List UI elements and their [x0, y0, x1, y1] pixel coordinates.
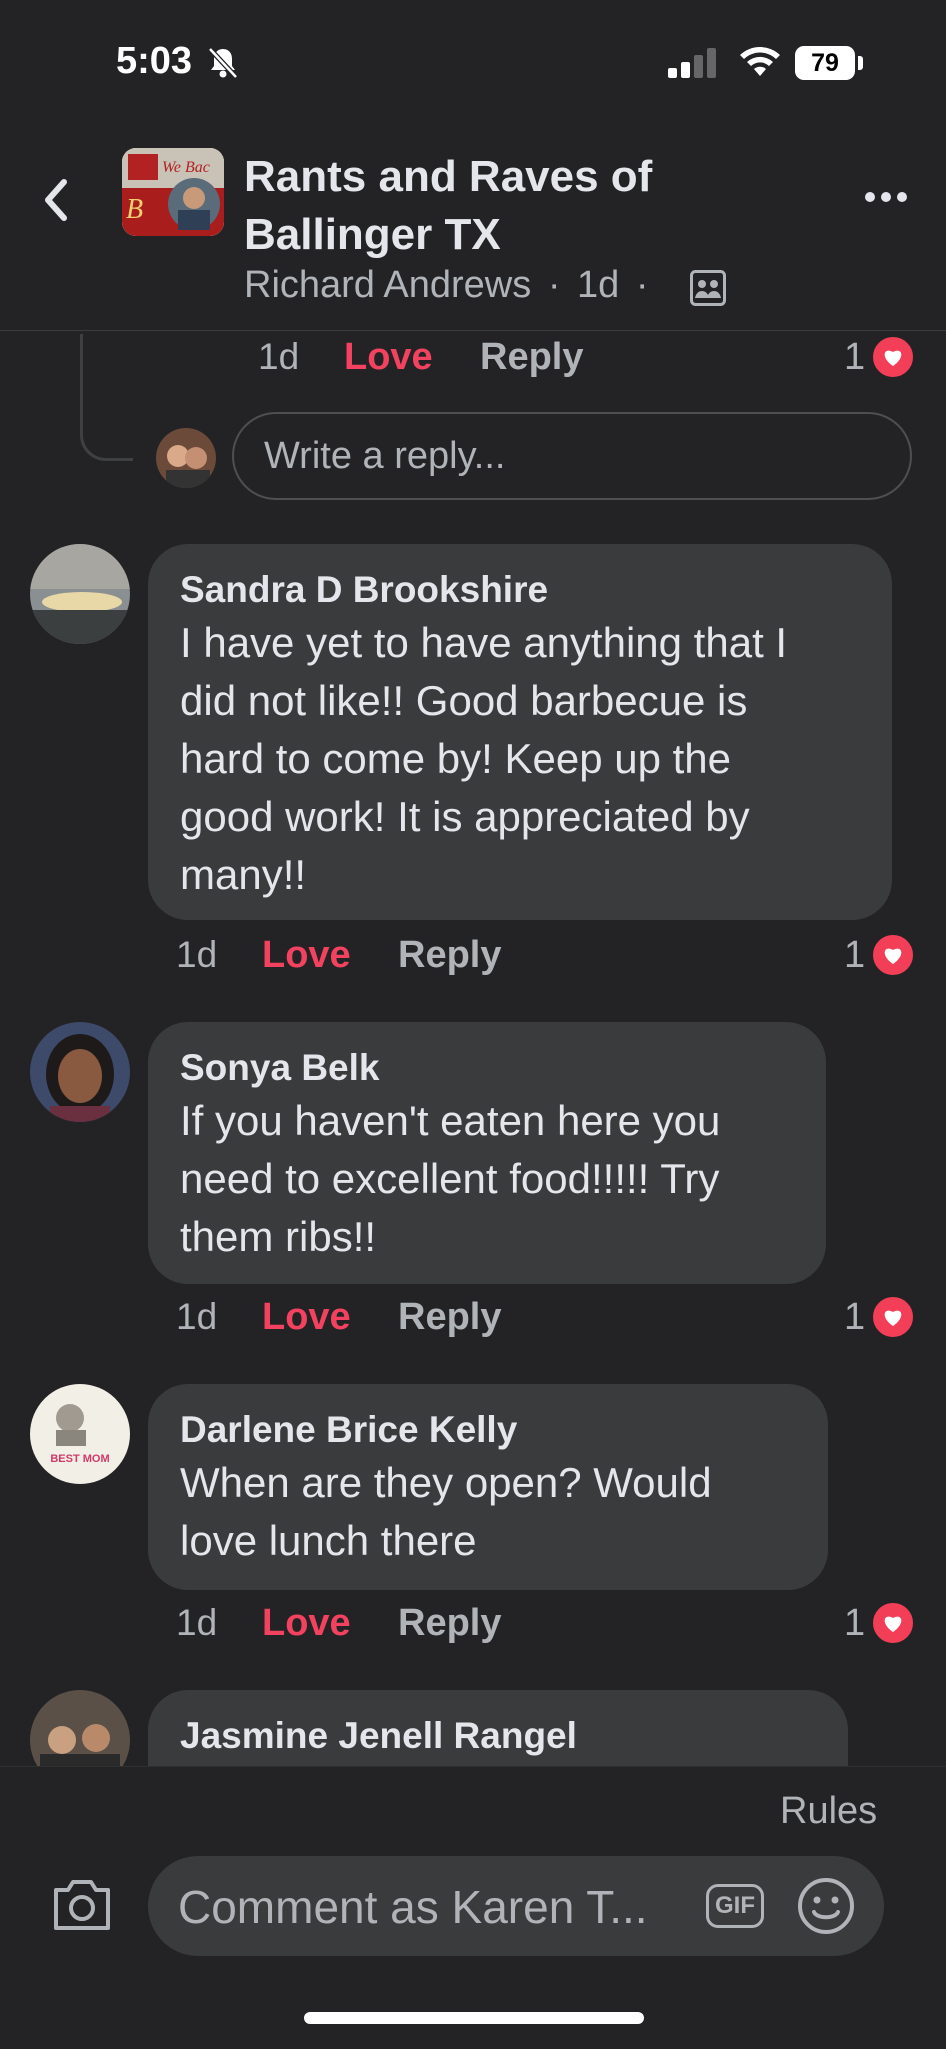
reply-button[interactable]: Reply — [398, 1296, 501, 1339]
rules-link[interactable]: Rules — [780, 1790, 877, 1833]
love-button[interactable]: Love — [262, 934, 351, 977]
reply-input[interactable]: Write a reply... — [232, 412, 912, 500]
subtitle-separator-2: · — [635, 264, 649, 306]
svg-text:B: B — [126, 194, 143, 225]
comment-author[interactable]: Sonya Belk — [180, 1044, 794, 1092]
comment-time: 1d — [258, 336, 300, 377]
header-divider — [0, 330, 946, 331]
love-button[interactable]: Love — [262, 1296, 351, 1339]
heart-icon — [870, 932, 916, 978]
thread-connector — [80, 334, 133, 461]
comment-author[interactable]: Sandra D Brookshire — [180, 566, 860, 614]
battery-nub — [858, 56, 863, 70]
comment-author[interactable]: Jasmine Jenell Rangel — [180, 1712, 816, 1760]
back-chevron-icon[interactable] — [42, 178, 70, 227]
group-title[interactable]: Rants and Raves of Ballinger TX — [244, 148, 724, 264]
avatar-text: BEST MOM — [50, 1453, 109, 1465]
avatar[interactable] — [156, 428, 216, 488]
love-button[interactable]: Love — [344, 336, 433, 379]
reply-button[interactable]: Reply — [398, 1602, 501, 1645]
reaction-count[interactable]: 1 — [844, 336, 865, 379]
heart-icon — [870, 1294, 916, 1340]
avatar[interactable]: BEST MOM — [30, 1384, 130, 1484]
comment-bubble: Sandra D Brookshire I have yet to have a… — [148, 544, 892, 920]
heart-icon — [870, 1600, 916, 1646]
avatar[interactable] — [30, 544, 130, 644]
bell-slash-icon — [207, 46, 239, 85]
post-subtitle: Richard Andrews · 1d · — [244, 264, 655, 307]
post-author[interactable]: Richard Andrews — [244, 264, 531, 306]
more-icon[interactable] — [864, 190, 908, 208]
love-button[interactable]: Love — [262, 1602, 351, 1645]
avatar[interactable] — [30, 1022, 130, 1122]
gif-button[interactable]: GIF — [706, 1884, 764, 1928]
wifi-icon — [738, 46, 782, 83]
reaction-count[interactable]: 1 — [844, 934, 865, 977]
reaction-count[interactable]: 1 — [844, 1602, 865, 1645]
comment-text: If you haven't eaten here you need to ex… — [180, 1097, 721, 1260]
comment-bubble: Sonya Belk If you haven't eaten here you… — [148, 1022, 826, 1284]
reaction-count[interactable]: 1 — [844, 1296, 865, 1339]
comment-time: 1d — [176, 1602, 218, 1643]
comment-time: 1d — [176, 934, 218, 975]
subtitle-separator: · — [547, 264, 561, 306]
signal-icon — [668, 48, 720, 83]
heart-icon — [870, 334, 916, 380]
comment-time: 1d — [176, 1296, 218, 1337]
group-avatar[interactable]: We Bac B — [122, 148, 224, 236]
reply-button[interactable]: Reply — [480, 336, 583, 379]
reply-button[interactable]: Reply — [398, 934, 501, 977]
emoji-icon[interactable] — [796, 1876, 856, 1941]
home-indicator[interactable] — [304, 2012, 644, 2024]
comment-text: When are they open? Would love lunch the… — [180, 1459, 712, 1564]
comment-author[interactable]: Darlene Brice Kelly — [180, 1406, 796, 1454]
group-members-icon — [690, 270, 726, 311]
comment-placeholder[interactable]: Comment as Karen T... — [178, 1880, 648, 1934]
comment-bubble: Darlene Brice Kelly When are they open? … — [148, 1384, 828, 1590]
battery-indicator: 79 — [795, 46, 855, 80]
status-time: 5:03 — [116, 40, 193, 82]
post-time: 1d — [577, 264, 620, 306]
camera-icon[interactable] — [50, 1876, 114, 1937]
group-thumb-text: We Bac — [162, 159, 210, 176]
comment-text: I have yet to have anything that I did n… — [180, 619, 788, 898]
